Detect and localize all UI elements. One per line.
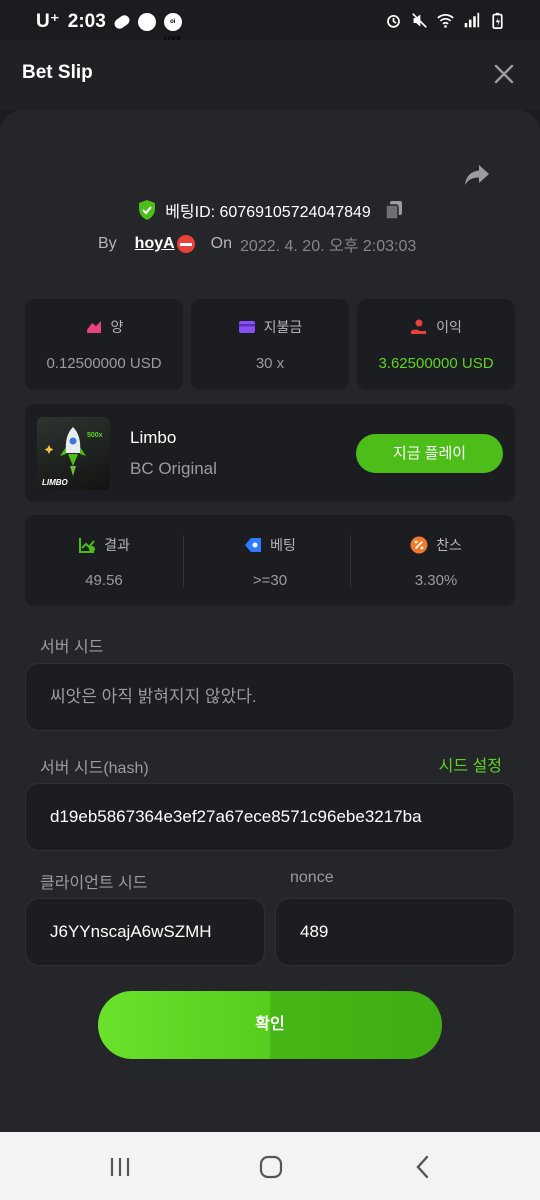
play-now-button[interactable]: 지금 플레이 [356, 434, 503, 473]
stat-label: 결과 [104, 537, 130, 553]
bet-slip-header: Bet Slip [0, 40, 540, 110]
divider [350, 535, 351, 587]
pill-icon [112, 12, 132, 31]
verified-shield-icon [139, 200, 156, 220]
stat-label: 지불금 [263, 319, 303, 335]
confirm-button[interactable]: 확인 [98, 991, 442, 1059]
stat-label: 이익 [436, 319, 462, 335]
status-bar: U⁺ 2:03 oi LOCK [0, 0, 540, 43]
stat-value: 49.56 [85, 572, 123, 589]
server-seed-label: 서버 시드 [40, 639, 104, 656]
stat-result: 결과 49.56 [25, 515, 183, 606]
stat-label: 양 [110, 319, 124, 335]
lock-app-icon: oi LOCK [163, 12, 182, 43]
stat-value: 3.30% [414, 572, 458, 589]
bet-detail-sheet [0, 110, 540, 1132]
back-icon[interactable] [410, 1154, 436, 1180]
system-nav-bar [0, 1132, 540, 1200]
carrier-label: U⁺ [36, 11, 60, 32]
game-card: 500x LIMBO Limbo BC Original 지금 플레이 [25, 404, 515, 502]
wifi-icon [437, 14, 454, 28]
nonce-label: nonce [290, 869, 334, 886]
profit-hand-icon [411, 319, 427, 334]
percent-icon [410, 536, 428, 554]
copy-icon[interactable] [385, 200, 403, 220]
rocket-icon: 500x LIMBO [42, 427, 103, 487]
stat-value: 3.62500000 USD [378, 355, 494, 372]
server-hash-label: 서버 시드(hash) [40, 760, 149, 777]
bet-ticket-icon [245, 538, 262, 552]
bet-id-row: 베팅ID: 60769105724047849 [0, 198, 540, 222]
bet-id: 베팅ID: 60769105724047849 [165, 204, 371, 221]
client-seed-label: 클라이언트 시드 [40, 875, 148, 892]
wallet-icon [238, 321, 255, 333]
on-label: On [210, 235, 233, 252]
battery-icon [492, 12, 503, 29]
recent-apps-icon[interactable] [107, 1154, 133, 1180]
stat-value: >=30 [252, 572, 288, 589]
mute-icon [412, 13, 427, 28]
stat-value: 0.12500000 USD [46, 355, 162, 372]
page-title: Bet Slip [22, 62, 93, 83]
stat-profit: 이익 3.62500000 USD [357, 299, 515, 390]
by-label: By [98, 235, 117, 252]
close-icon[interactable] [492, 62, 516, 86]
seed-settings-link[interactable]: 시드 설정 [439, 752, 502, 776]
status-left: U⁺ 2:03 oi LOCK [36, 10, 182, 43]
stat-value: 30 x [255, 355, 285, 372]
divider [183, 535, 184, 587]
wager-icon [86, 321, 101, 333]
stat-label: 찬스 [436, 537, 462, 553]
stat-chance: 찬스 3.30% [357, 515, 515, 606]
limbo-thumbnail: 500x LIMBO [37, 417, 110, 490]
no-entry-icon [176, 235, 195, 253]
signal-icon [464, 12, 480, 28]
server-hash-field[interactable]: d19eb5867364e3ef27a67ece8571c96ebe3217ba [25, 783, 515, 851]
stat-label: 베팅 [270, 537, 296, 553]
status-right [385, 12, 506, 29]
game-subtitle: BC Original [130, 459, 217, 478]
stat-amount: 양 0.12500000 USD [25, 299, 183, 390]
bet-result-stats: 결과 49.56 베팅 >=30 찬스 3.30% [25, 515, 515, 606]
game-name: Limbo [130, 428, 177, 447]
nonce-field[interactable]: 489 [275, 898, 515, 966]
stat-payout: 지불금 30 x [191, 299, 349, 390]
bet-date: 2022. 4. 20. 오후 2:03:03 [240, 238, 417, 255]
server-seed-field[interactable]: 씨앗은 아직 밝혀지지 않았다. [25, 663, 515, 731]
home-icon[interactable] [258, 1154, 284, 1180]
bet-meta-row: By hoyA On 2022. 4. 20. 오후 2:03:03 [98, 232, 416, 256]
notification-icon [137, 12, 156, 31]
thumb-label: LIMBO [42, 478, 69, 487]
thumb-multiplier: 500x [87, 432, 103, 439]
alarm-icon [387, 14, 400, 28]
result-chart-icon [79, 538, 96, 553]
status-time: 2:03 [67, 10, 106, 32]
client-seed-field[interactable]: J6YYnscajA6wSZMH [25, 898, 265, 966]
username: hoyA [134, 235, 175, 252]
user-link[interactable]: hoyA [135, 235, 195, 253]
share-icon[interactable] [462, 160, 492, 190]
stat-bet: 베팅 >=30 [191, 515, 349, 606]
